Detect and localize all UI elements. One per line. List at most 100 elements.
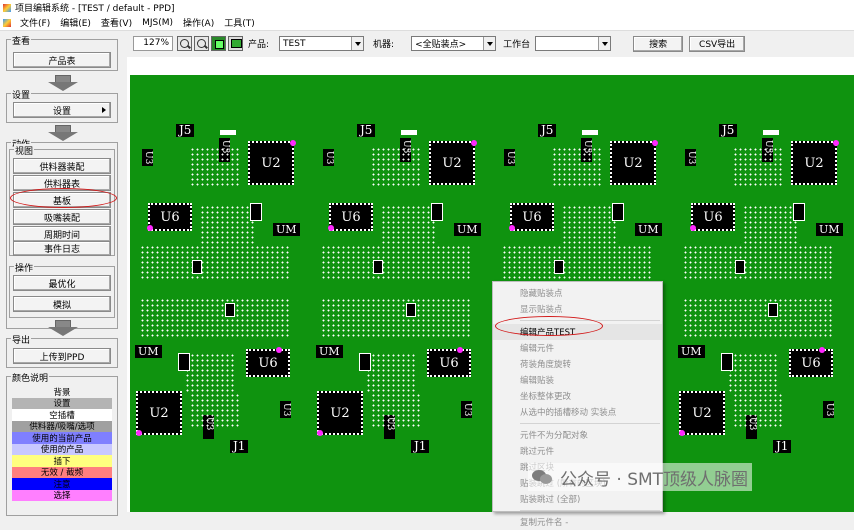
component-label-j5: J5 bbox=[719, 124, 738, 137]
component-pads bbox=[683, 298, 833, 338]
menu-operation[interactable]: 操作(A) bbox=[182, 16, 215, 29]
connector-block bbox=[250, 203, 262, 221]
ic-chip-u2: U2 bbox=[791, 141, 837, 185]
cycle-time-button[interactable]: 周期时间 bbox=[13, 226, 111, 242]
component-label-u3: U3 bbox=[685, 149, 696, 167]
export-group-title: 导出 bbox=[11, 333, 32, 346]
component-label-j1: J1 bbox=[773, 440, 792, 453]
context-menu-item: 坐标整体更改 bbox=[520, 392, 572, 402]
chevron-down-icon[interactable] bbox=[483, 37, 496, 50]
component-label-u3: U3 bbox=[323, 149, 334, 167]
chevron-down-icon[interactable] bbox=[351, 37, 364, 50]
system-menu-icon[interactable] bbox=[3, 18, 11, 27]
menu-file[interactable]: 文件(F) bbox=[19, 16, 51, 29]
component-pads bbox=[371, 147, 421, 187]
upload-ppd-button[interactable]: 上传到PPD bbox=[13, 348, 111, 364]
machine-select-value: <全贴装点> bbox=[415, 40, 467, 50]
component-label-u3: U3 bbox=[142, 149, 153, 167]
zoom-in-icon[interactable] bbox=[177, 36, 192, 51]
connector-block bbox=[431, 203, 443, 221]
search-button[interactable]: 搜索 bbox=[633, 35, 684, 52]
product-select[interactable]: TEST bbox=[279, 36, 365, 51]
settings-group: 设置 设置 bbox=[6, 88, 118, 123]
context-menu-item: 元件不为分配对象 bbox=[520, 431, 589, 441]
connector-block bbox=[735, 260, 745, 274]
component-label-j5: J5 bbox=[538, 124, 557, 137]
machine-label: 机器: bbox=[373, 40, 395, 50]
component-pads bbox=[552, 147, 602, 187]
component-label-u3: U3 bbox=[823, 401, 834, 419]
settings-button-label: 设置 bbox=[52, 106, 71, 117]
zoom-field[interactable]: 127% bbox=[133, 36, 173, 51]
color-legend: 背景 设置 空插槽 供料器/吸嘴/选项 使用的当前产品 使用的产品 插下 无效 / 截频 注意选… bbox=[12, 386, 112, 501]
context-menu-item: 显示贴装点 bbox=[520, 305, 563, 315]
context-menu-item[interactable]: 编辑产品TEST bbox=[493, 324, 662, 340]
csv-export-button[interactable]: CSV导出 bbox=[689, 35, 746, 52]
pin1-marker bbox=[833, 140, 839, 146]
feeder-table-button[interactable]: 供料器表 bbox=[13, 175, 111, 191]
operation-group-title: 操作 bbox=[14, 261, 35, 274]
context-menu-item: 从选中的插槽移动 实装点 bbox=[520, 408, 617, 418]
menu-edit[interactable]: 编辑(E) bbox=[59, 16, 92, 29]
pin1-marker bbox=[136, 430, 142, 436]
nozzle-assembly-button[interactable]: 吸嘴装配 bbox=[13, 209, 111, 225]
component-label-um: UM bbox=[678, 345, 705, 358]
legend-item: 无效 / 截频 bbox=[12, 466, 112, 478]
views-group: 视图 供料器装配 供料器表 基板 吸嘴装配 周期时间 事件日志 bbox=[9, 144, 115, 256]
context-menu-item: 荷装角度旋转 bbox=[520, 360, 572, 370]
export-group: 导出 上传到PPD bbox=[6, 333, 118, 368]
menu-view[interactable]: 查看(V) bbox=[100, 16, 133, 29]
pad-strip bbox=[582, 130, 598, 135]
simulate-button[interactable]: 模拟 bbox=[13, 296, 111, 312]
component-label-um: UM bbox=[135, 345, 162, 358]
menu-tools[interactable]: 工具(T) bbox=[223, 16, 256, 29]
feeder-assembly-button[interactable]: 供料器装配 bbox=[13, 158, 111, 174]
component-pads bbox=[733, 147, 783, 187]
chevron-down-icon[interactable] bbox=[598, 37, 611, 50]
pad-strip bbox=[220, 130, 236, 135]
board-panel-top: J5U3U3U2U6UM bbox=[673, 75, 854, 293]
zoom-out-icon[interactable] bbox=[194, 36, 209, 51]
menu-mjs[interactable]: MJS(M) bbox=[141, 18, 174, 28]
board-view-icon[interactable] bbox=[211, 36, 226, 51]
pin1-marker bbox=[317, 430, 323, 436]
component-pads bbox=[502, 245, 652, 280]
component-pads bbox=[321, 298, 471, 338]
watermark-text: 公众号 · SMT顶级人脉圈 bbox=[560, 469, 749, 490]
component-pads bbox=[140, 298, 290, 338]
component-label-j1: J1 bbox=[411, 440, 430, 453]
table-label: 工作台 bbox=[503, 40, 531, 50]
ic-chip-u2: U2 bbox=[679, 391, 725, 435]
component-label-um: UM bbox=[816, 223, 843, 236]
pad-strip bbox=[401, 130, 417, 135]
pin1-marker bbox=[457, 347, 463, 353]
legend-item: 空插槽 bbox=[12, 409, 112, 421]
context-menu-item: 跳过元件 bbox=[520, 447, 555, 457]
connector-block bbox=[192, 260, 202, 274]
menu-separator bbox=[520, 510, 660, 511]
product-table-button[interactable]: 产品表 bbox=[13, 52, 111, 68]
menu-bar: 文件(F) 编辑(E) 查看(V) MJS(M) 操作(A) 工具(T) bbox=[0, 15, 854, 31]
event-log-button[interactable]: 事件日志 bbox=[13, 241, 111, 256]
title-bar: 项目编辑系统 - [TEST / default - PPD] bbox=[0, 0, 854, 15]
component-pads bbox=[190, 147, 240, 187]
optimize-button[interactable]: 最优化 bbox=[13, 275, 111, 291]
component-pads bbox=[728, 353, 778, 393]
connector-block bbox=[178, 353, 190, 371]
component-pads bbox=[185, 353, 235, 393]
ic-chip-u2: U2 bbox=[248, 141, 294, 185]
legend-title: 颜色说明 bbox=[11, 371, 50, 384]
machine-select[interactable]: <全贴装点> bbox=[411, 36, 497, 51]
board-button[interactable]: 基板 bbox=[13, 192, 111, 208]
component-label-u3: U3 bbox=[504, 149, 515, 167]
settings-button[interactable]: 设置 bbox=[13, 102, 111, 118]
flow-arrow-icon bbox=[48, 75, 78, 91]
component-label-um: UM bbox=[454, 223, 481, 236]
pin1-marker bbox=[276, 347, 282, 353]
component-pads bbox=[371, 393, 421, 428]
component-label-um: UM bbox=[316, 345, 343, 358]
table-select[interactable] bbox=[535, 36, 612, 51]
component-label-j5: J5 bbox=[176, 124, 195, 137]
connector-block bbox=[554, 260, 564, 274]
display-icon[interactable] bbox=[228, 36, 243, 51]
